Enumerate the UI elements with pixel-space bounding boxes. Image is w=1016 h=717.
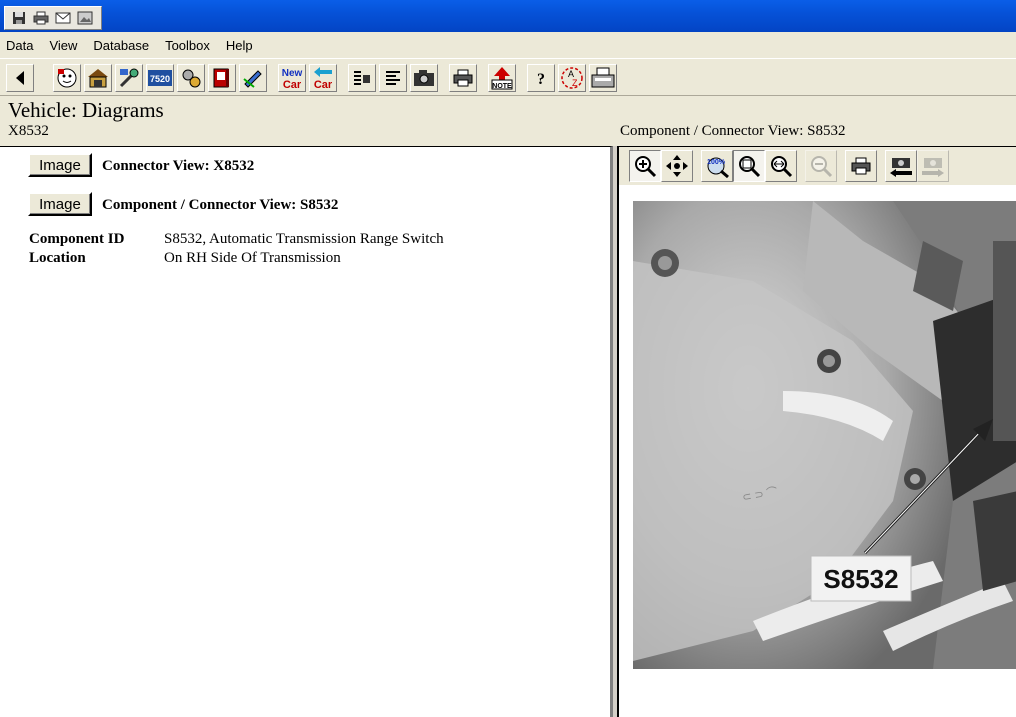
print-image-button[interactable] <box>845 150 877 182</box>
svg-text:?: ? <box>537 71 545 87</box>
wrench-icon <box>119 68 139 88</box>
component-id-key: Component ID <box>29 231 125 247</box>
parts-tool-button[interactable] <box>177 64 205 92</box>
previous-car-text: Car <box>314 79 333 90</box>
sort-az-icon: AZ <box>561 67 583 89</box>
back-arrow-icon <box>16 71 24 85</box>
question-mark-icon: ? <box>537 71 545 87</box>
pencil-icon <box>243 70 262 88</box>
text-view-button[interactable] <box>348 64 376 92</box>
page-title: Vehicle: Diagrams <box>8 98 164 122</box>
image-icon[interactable] <box>77 11 93 25</box>
title-bar <box>0 0 1016 32</box>
transmission-photo-illustration: ⊂ ⊃ ⌒ S8532 <box>633 201 1016 669</box>
camera-button[interactable] <box>410 64 438 92</box>
zoom-fit-button[interactable] <box>733 150 765 182</box>
camera-icon <box>414 70 434 86</box>
fax-icon <box>591 67 615 88</box>
menu-help[interactable]: Help <box>226 38 253 53</box>
printer-icon <box>453 69 473 87</box>
note-text: NOTE <box>492 83 512 90</box>
location-key: Location <box>29 250 86 266</box>
face-icon <box>57 68 77 88</box>
new-car-bottom-text: Car <box>283 79 302 90</box>
image-view-title: Component / Connector View: S8532 <box>620 123 846 139</box>
new-car-button[interactable]: New Car <box>278 64 306 92</box>
wiring-tool-button[interactable] <box>115 64 143 92</box>
help-button[interactable]: ? <box>527 64 555 92</box>
zoom-in-tool-button[interactable] <box>629 150 661 182</box>
zoom-fit-icon <box>739 156 761 178</box>
back-button[interactable] <box>6 64 34 92</box>
gears-icon <box>182 69 201 88</box>
zoom-in-icon <box>635 156 657 178</box>
main-toolbar: 7520 New Car Car NOTE ? AZ <box>0 58 1016 96</box>
menu-toolbox[interactable]: Toolbox <box>165 38 210 53</box>
component-id-value: S8532, Automatic Transmission Range Swit… <box>164 231 444 247</box>
garage-icon <box>88 69 108 88</box>
location-value: On RH Side Of Transmission <box>164 250 341 266</box>
connector-id-label: X8532 <box>8 123 49 139</box>
previous-image-button[interactable] <box>885 150 917 182</box>
next-image-button[interactable] <box>917 150 949 182</box>
menu-view[interactable]: View <box>49 38 77 53</box>
previous-car-button[interactable]: Car <box>309 64 337 92</box>
pan-arrows-icon <box>666 155 688 177</box>
align-text-button[interactable] <box>379 64 407 92</box>
align-left-icon <box>386 71 400 85</box>
image-viewer-pane: 100% ⊂ ⊃ ⌒ S8532 <box>617 146 1016 717</box>
new-car-top-text: New <box>282 68 303 79</box>
code-7520-text: 7520 <box>150 74 170 84</box>
zoom-100-text: 100% <box>707 159 726 166</box>
text-list-icon <box>354 71 370 85</box>
code-7520-button[interactable]: 7520 <box>146 64 174 92</box>
image-viewer-toolbar: 100% <box>619 147 1016 185</box>
save-icon[interactable] <box>11 11 27 25</box>
camera-forward-icon <box>922 158 944 177</box>
connector-view-image-button[interactable]: Image <box>28 153 92 177</box>
sort-az-button[interactable]: AZ <box>558 64 586 92</box>
book-icon <box>213 68 229 88</box>
zoom-width-button[interactable] <box>765 150 797 182</box>
details-pane: Image Connector View: X8532 Image Compon… <box>0 146 613 717</box>
garage-button[interactable] <box>84 64 112 92</box>
note-icon: NOTE <box>491 67 513 90</box>
camera-back-icon <box>890 158 912 177</box>
zoom-out-icon <box>811 156 833 178</box>
code-7520-icon: 7520 <box>148 70 172 86</box>
svg-text:Z: Z <box>572 78 578 88</box>
page-heading: Vehicle: Diagrams X8532 Component / Conn… <box>0 96 1016 146</box>
component-photo[interactable]: ⊂ ⊃ ⌒ S8532 <box>633 201 1016 669</box>
note-button[interactable]: NOTE <box>488 64 516 92</box>
component-view-label: Component / Connector View: S8532 <box>102 197 339 213</box>
menu-data[interactable]: Data <box>6 38 33 53</box>
email-icon[interactable] <box>55 11 71 25</box>
fax-button[interactable] <box>589 64 617 92</box>
manual-book-button[interactable] <box>208 64 236 92</box>
zoom-100-button[interactable]: 100% <box>701 150 733 182</box>
print-icon[interactable] <box>33 11 49 25</box>
menu-database[interactable]: Database <box>93 38 149 53</box>
zoom-out-button[interactable] <box>805 150 837 182</box>
pan-tool-button[interactable] <box>661 150 693 182</box>
quick-access-toolbar <box>4 6 102 30</box>
new-car-icon: New Car <box>282 68 303 90</box>
print-button[interactable] <box>449 64 477 92</box>
face-tool-button[interactable] <box>53 64 81 92</box>
zoom-width-icon <box>771 156 793 178</box>
component-view-image-button[interactable]: Image <box>28 192 92 216</box>
previous-car-icon: Car <box>314 67 333 90</box>
connector-view-label: Connector View: X8532 <box>102 158 255 174</box>
photo-callout-label: S8532 <box>823 564 898 594</box>
printer-icon <box>851 157 871 175</box>
zoom-100-icon: 100% <box>707 157 729 178</box>
edit-tool-button[interactable] <box>239 64 267 92</box>
menu-bar: Data View Database Toolbox Help <box>0 32 1016 58</box>
